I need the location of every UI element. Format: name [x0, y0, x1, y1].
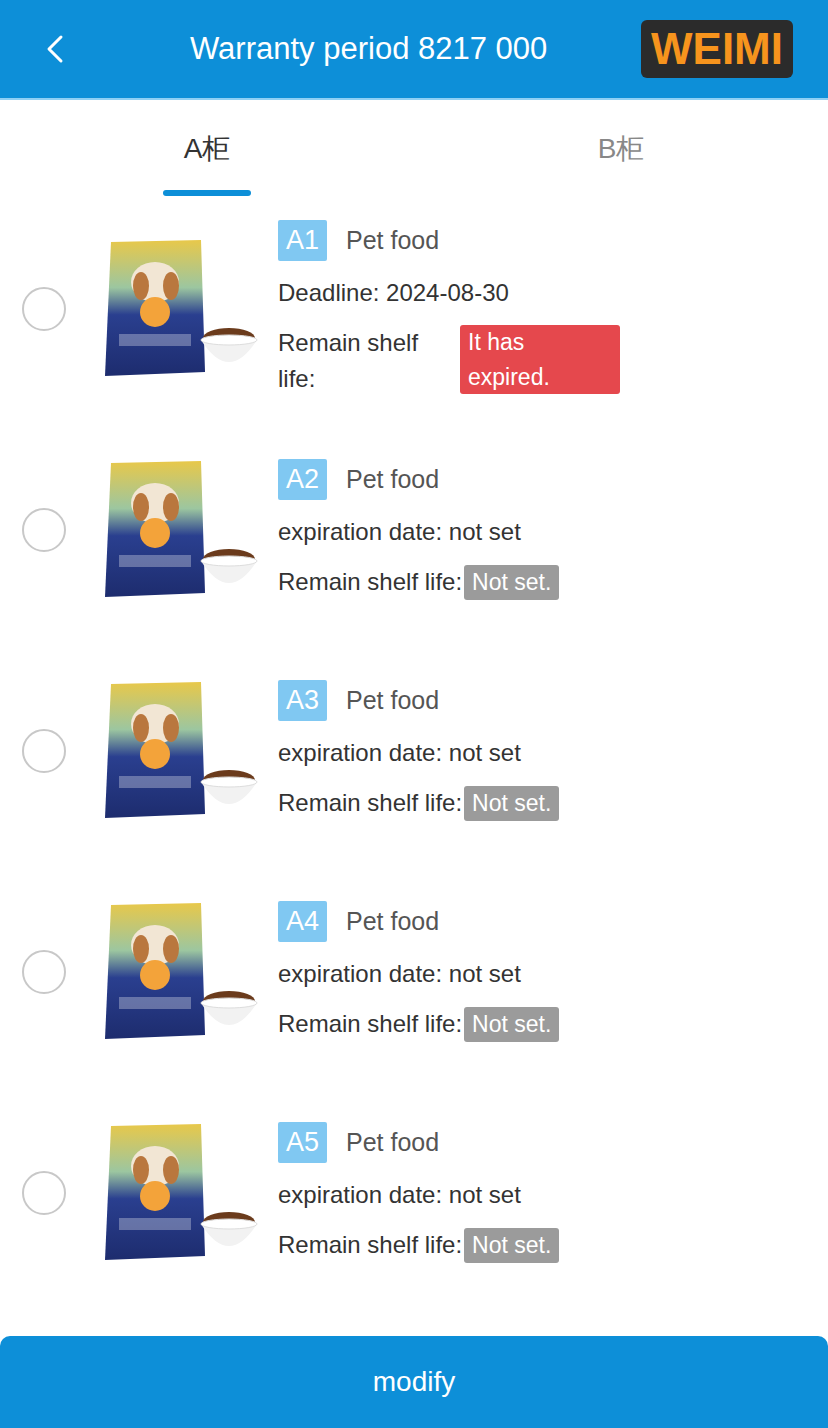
item-name: Pet food [346, 465, 439, 494]
tab[interactable]: B柜 [414, 100, 828, 198]
radio[interactable] [22, 287, 66, 331]
item-row[interactable]: A4 Pet food expiration date: not set Remain… [0, 861, 828, 1082]
item-name: Pet food [346, 1128, 439, 1157]
item-info: A5 Pet food expiration date: not set Remain… [278, 1122, 559, 1264]
shelf-life-badge: Not set. [464, 1228, 559, 1263]
tab-indicator [163, 190, 251, 196]
shelf-life-label: Remain shelf life: [278, 1227, 462, 1263]
shelf-life: Remain shelf life:Not set. [278, 785, 559, 821]
tab-bar: A柜B柜 [0, 100, 828, 198]
shelf-life-label: Remain shelf life: [278, 785, 462, 821]
item-info: A1 Pet food Deadline: 2024-08-30 Remain she… [278, 220, 620, 398]
shelf-life-label: Remain shelf life: [278, 564, 462, 600]
radio[interactable] [22, 729, 66, 773]
shelf-life-badge: Not set. [464, 1007, 559, 1042]
expiry-date: expiration date: not set [278, 1177, 559, 1213]
page: Warranty period 8217 000 WEIMI A柜B柜 A1 Pet f… [0, 0, 828, 1428]
shelf-life-label: Remain shelf life: [278, 1006, 462, 1042]
item-name: Pet food [346, 226, 439, 255]
slot-code: A3 [278, 680, 327, 722]
item-list: A1 Pet food Deadline: 2024-08-30 Remain she… [0, 198, 828, 1336]
product-image [83, 676, 260, 826]
shelf-life: Remain shelf life:Not set. [278, 1227, 559, 1263]
radio[interactable] [22, 950, 66, 994]
product-image [83, 897, 260, 1047]
product-image [83, 1118, 260, 1268]
radio[interactable] [22, 1171, 66, 1215]
chevron-left-icon [46, 34, 64, 64]
item-info: A2 Pet food expiration date: not set Remain… [278, 459, 559, 601]
item-info: A4 Pet food expiration date: not set Remain… [278, 901, 559, 1043]
shelf-life: Remain shelf life:Not set. [278, 564, 559, 600]
title: Warranty period 8217 000 [190, 31, 547, 67]
shelf-life-badge: It has expired. [460, 325, 620, 394]
shelf-life: Remain shelf life: It has expired. [278, 325, 620, 397]
shelf-life: Remain shelf life:Not set. [278, 1006, 559, 1042]
item-row[interactable]: A1 Pet food Deadline: 2024-08-30 Remain she… [0, 198, 828, 419]
header: Warranty period 8217 000 WEIMI [0, 0, 828, 100]
expiry-date: Deadline: 2024-08-30 [278, 275, 620, 311]
expiry-date: expiration date: not set [278, 735, 559, 771]
item-row[interactable]: A5 Pet food expiration date: not set Remain… [0, 1082, 828, 1303]
item-name: Pet food [346, 686, 439, 715]
shelf-life-badge: Not set. [464, 786, 559, 821]
item-row[interactable]: A2 Pet food expiration date: not set Remain… [0, 419, 828, 640]
expiry-date: expiration date: not set [278, 514, 559, 550]
slot-code: A1 [278, 220, 327, 262]
logo: WEIMI [641, 20, 793, 79]
modify-button[interactable]: modify [0, 1336, 828, 1428]
item-row[interactable]: A3 Pet food expiration date: not set Remain… [0, 640, 828, 861]
item-name: Pet food [346, 907, 439, 936]
product-image [83, 234, 260, 384]
back-button[interactable] [40, 29, 70, 69]
shelf-life-label: Remain shelf life: [278, 325, 438, 397]
tab[interactable]: A柜 [0, 100, 414, 198]
slot-code: A4 [278, 901, 327, 943]
expiry-date: expiration date: not set [278, 956, 559, 992]
slot-code: A5 [278, 1122, 327, 1164]
product-image [83, 455, 260, 605]
item-info: A3 Pet food expiration date: not set Remain… [278, 680, 559, 822]
radio[interactable] [22, 508, 66, 552]
shelf-life-badge: Not set. [464, 565, 559, 600]
slot-code: A2 [278, 459, 327, 501]
